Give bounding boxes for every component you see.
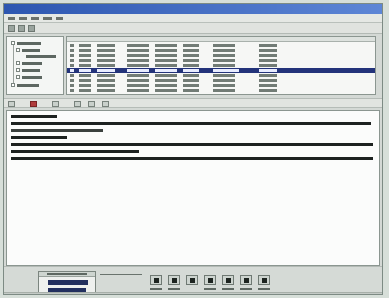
previous-button[interactable] [168,275,180,285]
toolbar-icon[interactable] [74,101,81,107]
toolbar-icon[interactable] [88,101,95,107]
recordings-table[interactable] [66,36,376,95]
toolbar-icon[interactable] [28,25,35,32]
table-header[interactable] [67,37,375,42]
status-bar [4,292,382,294]
playback-panel [4,266,382,294]
toolbar-icon[interactable] [52,101,59,107]
stop-button[interactable] [222,275,234,285]
toolbar-icon[interactable] [8,101,15,107]
transcript-pane[interactable] [6,110,380,266]
toolbar[interactable] [4,23,382,34]
folder-tree[interactable] [6,36,64,95]
toolbar-icon[interactable] [102,101,109,107]
toolbar-icon[interactable] [18,25,25,32]
pause-button[interactable] [204,275,216,285]
play-button[interactable] [186,275,198,285]
track-ruler [100,271,142,275]
forward-button[interactable] [240,275,252,285]
record-icon[interactable] [30,101,37,107]
rewind-button[interactable] [150,275,162,285]
next-button[interactable] [258,275,270,285]
toolbar-icon[interactable] [8,25,15,32]
transcript-toolbar[interactable] [4,98,382,108]
application-window [3,3,383,295]
title-bar [4,4,382,14]
table-row[interactable] [67,88,375,93]
menu-bar[interactable] [4,14,382,23]
